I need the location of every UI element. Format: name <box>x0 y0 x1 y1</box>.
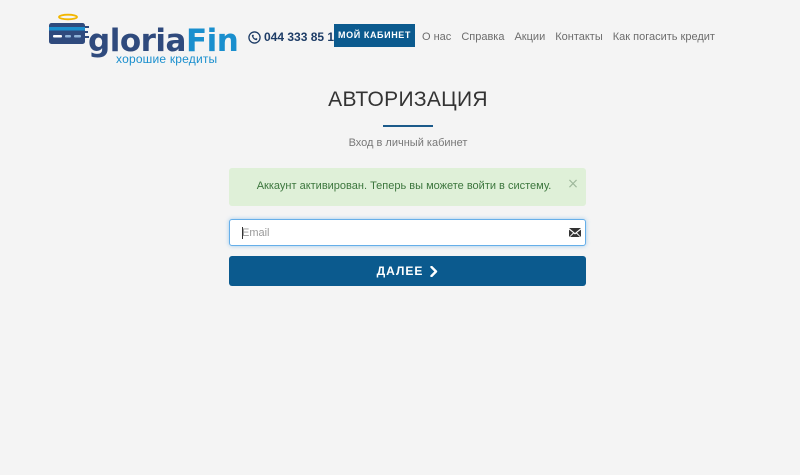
phone-link[interactable]: 044 333 85 10 <box>248 29 341 45</box>
logo[interactable]: gloriaFin хорошие кредиты <box>48 12 239 66</box>
alert-message: Аккаунт активирован. Теперь вы можете во… <box>256 180 552 192</box>
success-alert: Аккаунт активирован. Теперь вы можете во… <box>229 168 586 206</box>
phone-number: 044 333 85 10 <box>264 30 341 44</box>
nav-item-how-to-repay[interactable]: Как погасить кредит <box>613 31 715 43</box>
nav-item-contacts[interactable]: Контакты <box>555 31 603 43</box>
email-input[interactable] <box>230 220 550 245</box>
credit-card-halo-icon <box>49 13 89 44</box>
main-nav: О нас Справка Акции Контакты Как погасит… <box>422 29 725 45</box>
next-button-content: ДАЛЕЕ <box>229 256 586 286</box>
email-field-wrapper <box>229 219 586 246</box>
next-button-label: ДАЛЕЕ <box>376 264 424 278</box>
nav-item-help[interactable]: Справка <box>461 31 504 43</box>
logo-tagline: хорошие кредиты <box>116 52 218 66</box>
title-underline <box>383 125 433 127</box>
page-title: АВТОРИЗАЦИЯ <box>328 88 488 111</box>
nav-item-promotions[interactable]: Акции <box>514 31 545 43</box>
phone-icon <box>248 30 261 44</box>
close-icon[interactable]: × <box>567 176 579 192</box>
page-subtitle: Вход в личный кабинет <box>348 137 468 149</box>
my-cabinet-button[interactable]: МОЙ КАБИНЕТ <box>334 24 415 47</box>
chevron-right-icon <box>430 265 438 277</box>
text-cursor <box>242 227 243 239</box>
site-header: gloriaFin хорошие кредиты 044 333 85 10 … <box>0 0 800 70</box>
next-button[interactable]: ДАЛЕЕ <box>229 256 586 286</box>
envelope-icon <box>569 228 581 237</box>
nav-item-about[interactable]: О нас <box>422 31 451 43</box>
